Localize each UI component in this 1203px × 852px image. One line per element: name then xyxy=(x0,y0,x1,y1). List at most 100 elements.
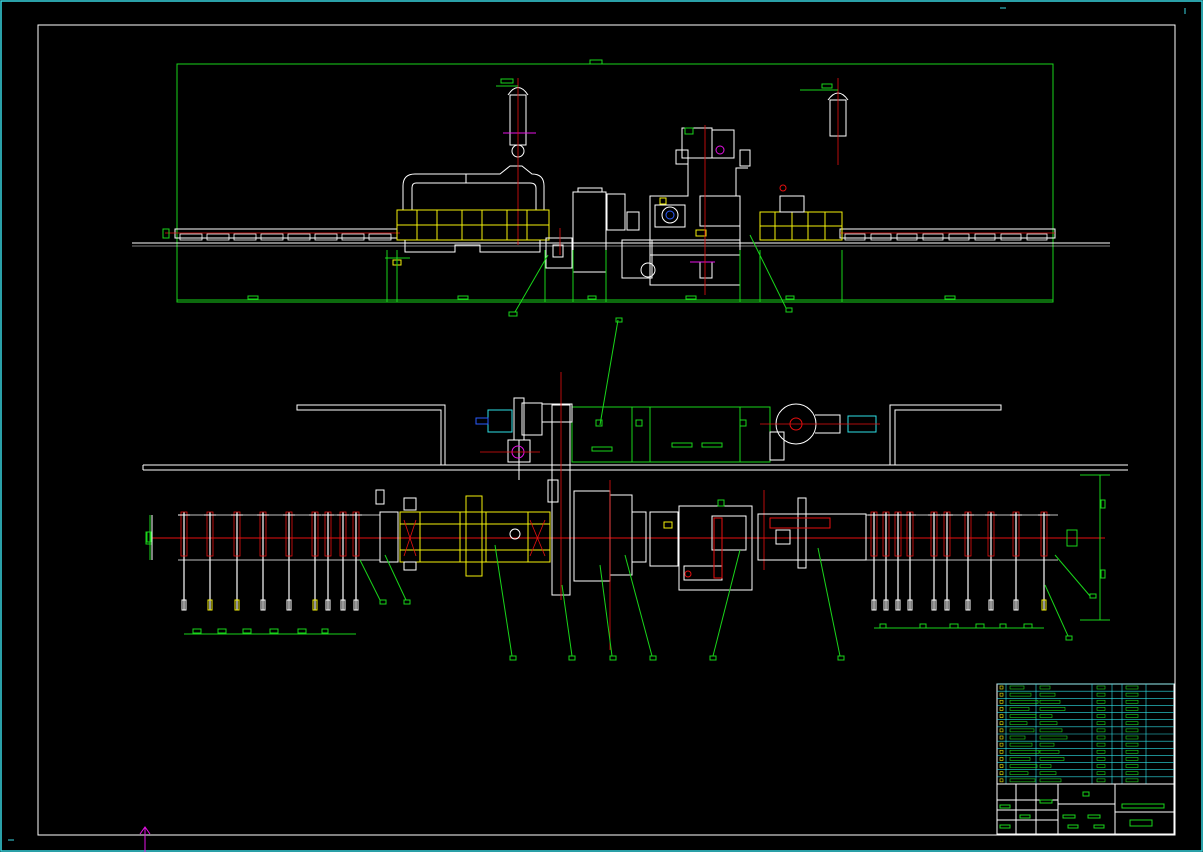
blast-chamber-plan xyxy=(399,495,551,577)
exit-motor-pin xyxy=(779,184,787,192)
cad-drawing xyxy=(0,0,1203,852)
parts-material-mark xyxy=(1125,699,1139,704)
roller-segment xyxy=(1000,233,1022,241)
inner-border xyxy=(37,24,1176,836)
collector-leader xyxy=(599,319,619,426)
bucket-elevator-plan xyxy=(547,404,647,596)
cad-drawing-canvas xyxy=(0,0,1203,852)
parts-qty-mark xyxy=(1096,771,1106,776)
parts-qty-mark xyxy=(1096,699,1106,704)
parts-material-mark xyxy=(1125,778,1139,783)
roller-segment xyxy=(922,233,944,241)
parts-spec-mark xyxy=(1039,778,1062,783)
parts-spec-mark xyxy=(1039,721,1058,726)
parts-spec-mark xyxy=(1039,749,1060,754)
parts-index-mark xyxy=(999,764,1004,768)
parts-index-mark xyxy=(999,707,1004,711)
fan-motor-left xyxy=(507,397,573,480)
blast-chamber-frame xyxy=(396,209,550,241)
parts-index-mark xyxy=(999,685,1004,690)
parts-spec-mark xyxy=(1039,735,1068,740)
right-conveyor xyxy=(839,228,1056,239)
roller-segment xyxy=(206,233,230,241)
exit-section-plan xyxy=(757,497,867,569)
parts-spec-mark xyxy=(1039,757,1065,761)
parts-index-mark xyxy=(999,778,1004,783)
dimension-box xyxy=(176,63,1054,303)
origin-marker xyxy=(139,826,151,852)
parts-material-mark xyxy=(1125,735,1139,740)
title-block xyxy=(996,683,1175,835)
parts-name-mark xyxy=(1009,721,1028,726)
parts-name-mark xyxy=(1009,692,1032,697)
roller-segment xyxy=(948,233,970,241)
roller-segment xyxy=(287,233,311,241)
parts-qty-mark xyxy=(1096,749,1106,754)
parts-name-mark xyxy=(1009,742,1033,747)
parts-index-mark xyxy=(999,714,1004,718)
parts-name-mark xyxy=(1009,685,1025,690)
parts-name-mark xyxy=(1009,778,1036,783)
roller-segment xyxy=(368,233,392,241)
parts-name-mark xyxy=(1009,728,1035,733)
roller-segment xyxy=(260,233,284,241)
roller-segment xyxy=(896,233,918,241)
roller-segment xyxy=(870,233,892,241)
roller-segment xyxy=(1026,233,1048,241)
parts-index-mark xyxy=(999,728,1004,733)
roller-segment xyxy=(314,233,338,241)
shot-blast-machine xyxy=(621,127,751,286)
parts-material-mark xyxy=(1125,771,1139,776)
dimension-chain xyxy=(177,234,1053,317)
parts-spec-mark xyxy=(1039,699,1061,704)
parts-name-mark xyxy=(1009,757,1031,761)
left-end-mark xyxy=(162,228,170,239)
exit-section-accent xyxy=(769,517,831,529)
parts-material-mark xyxy=(1125,714,1139,718)
parts-index-mark xyxy=(999,692,1004,697)
motor-left xyxy=(487,409,513,433)
parts-qty-mark xyxy=(1096,735,1106,740)
parts-spec-mark xyxy=(1039,764,1052,768)
plan-rollers-right xyxy=(866,511,1058,611)
parts-name-mark xyxy=(1009,707,1030,711)
right-conveyor-rollers xyxy=(844,233,1048,241)
parts-name-mark xyxy=(1009,764,1038,768)
front-elevation-view xyxy=(132,59,1110,317)
parts-index-mark xyxy=(999,771,1004,776)
parts-spec-mark xyxy=(1039,728,1063,733)
parts-qty-mark xyxy=(1096,728,1106,733)
parts-qty-mark xyxy=(1096,714,1106,718)
parts-material-mark xyxy=(1125,692,1139,697)
parts-material-mark xyxy=(1125,707,1139,711)
blast-chamber-detail xyxy=(375,489,521,571)
left-conveyor-rollers xyxy=(179,233,392,241)
exit-frame xyxy=(759,211,843,241)
parts-qty-mark xyxy=(1096,778,1106,783)
parts-material-mark xyxy=(1125,749,1139,754)
building-walls xyxy=(142,404,1128,471)
fan-motor-right xyxy=(769,403,841,461)
parts-spec-mark xyxy=(1039,771,1057,776)
plan-view xyxy=(142,317,1128,661)
blast-machine-plan xyxy=(649,505,753,591)
parts-spec-mark xyxy=(1039,685,1051,690)
parts-index-mark xyxy=(999,699,1004,704)
roller-segment xyxy=(844,233,866,241)
parts-index-mark xyxy=(999,721,1004,726)
parts-material-mark xyxy=(1125,742,1139,747)
parts-material-mark xyxy=(1125,721,1139,726)
parts-qty-mark xyxy=(1096,692,1106,697)
roller-segment xyxy=(233,233,257,241)
parts-index-mark xyxy=(999,742,1004,747)
dimension-text-box xyxy=(589,59,603,65)
parts-qty-mark xyxy=(1096,721,1106,726)
parts-index-mark xyxy=(999,749,1004,754)
parts-name-mark xyxy=(1009,714,1037,718)
roller-segment xyxy=(341,233,365,241)
motor-left-shaft xyxy=(475,417,489,425)
parts-index-mark xyxy=(999,735,1004,740)
parts-list xyxy=(997,683,1174,785)
parts-spec-mark xyxy=(1039,707,1066,711)
roller-segment xyxy=(974,233,996,241)
